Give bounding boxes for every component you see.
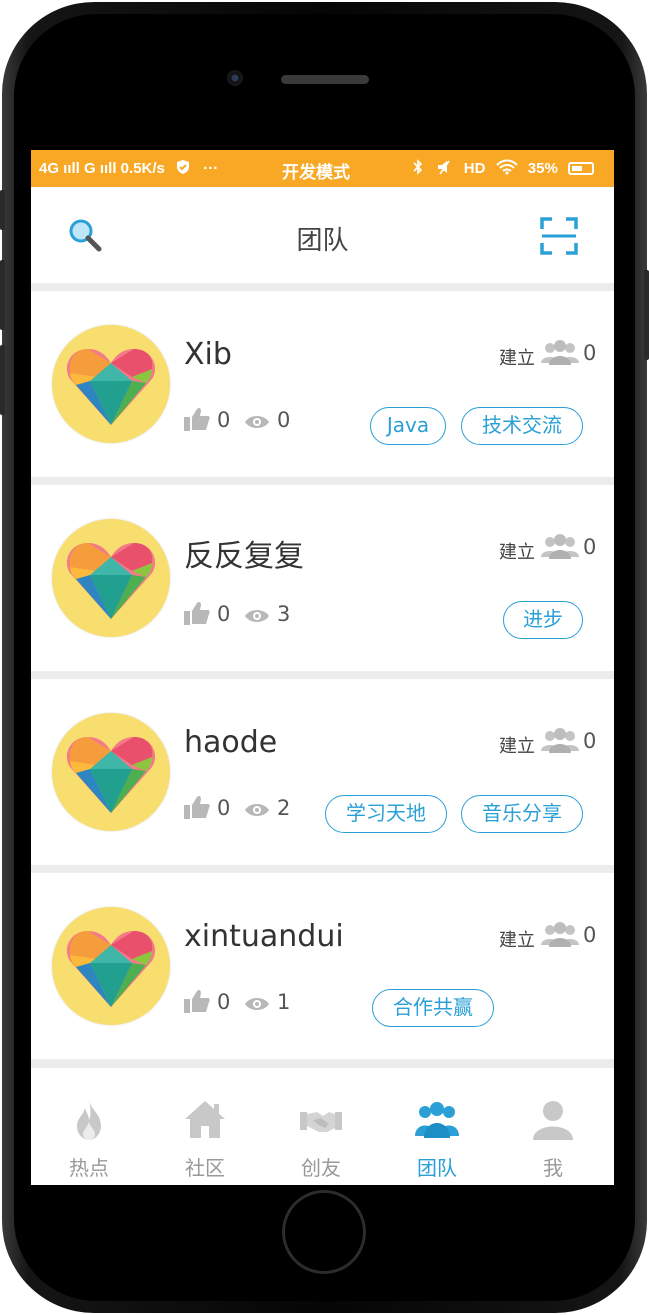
team-avatar xyxy=(52,519,170,637)
tab-label: 我 xyxy=(543,1156,563,1180)
eye-icon xyxy=(245,804,269,816)
tab-label: 团队 xyxy=(417,1156,457,1180)
bottom-tab-bar: 热点 社区 创友 团队 我 xyxy=(31,1068,614,1185)
tag-chip[interactable]: 合作共赢 xyxy=(372,989,494,1027)
eye-icon xyxy=(245,998,269,1010)
tab-community[interactable]: 社区 xyxy=(147,1068,263,1185)
heart-logo-icon xyxy=(66,737,156,813)
battery-percent: 35% xyxy=(527,160,558,177)
found-label: 建立 xyxy=(499,736,535,757)
found-label: 建立 xyxy=(499,542,535,563)
person-icon xyxy=(533,1101,573,1140)
thumbs-up-icon[interactable] xyxy=(184,407,210,431)
team-avatar xyxy=(52,713,170,831)
tab-label: 创友 xyxy=(301,1156,341,1180)
wifi-icon xyxy=(495,159,518,175)
team-name[interactable]: 反反复复 xyxy=(184,531,304,575)
home-button[interactable] xyxy=(282,1190,366,1274)
found-label: 建立 xyxy=(499,930,535,951)
tab-me[interactable]: 我 xyxy=(495,1068,611,1185)
app-header: 团队 xyxy=(31,187,614,283)
members-icon xyxy=(541,922,579,947)
tab-friends[interactable]: 创友 xyxy=(263,1068,379,1185)
likes-count: 0 xyxy=(217,408,231,432)
team-avatar xyxy=(52,907,170,1025)
found-label: 建立 xyxy=(499,348,535,369)
scan-icon[interactable] xyxy=(540,217,578,255)
more-indicator: ··· xyxy=(203,160,219,177)
tag-chip[interactable]: 音乐分享 xyxy=(461,795,583,833)
tab-label: 社区 xyxy=(185,1156,225,1180)
hd-indicator: HD xyxy=(463,160,486,177)
team-name[interactable]: Xib xyxy=(184,337,232,372)
tab-hot[interactable]: 热点 xyxy=(31,1068,147,1185)
thumbs-up-icon[interactable] xyxy=(184,989,210,1013)
team-card[interactable]: 反反复复 建立 0 0 3 进步 xyxy=(31,485,614,671)
heart-logo-icon xyxy=(66,349,156,425)
team-name[interactable]: xintuandui xyxy=(184,919,344,954)
bluetooth-icon xyxy=(413,159,423,175)
tag-chip[interactable]: 进步 xyxy=(503,601,583,639)
eye-icon xyxy=(245,610,269,622)
app-screen: 4G ııll G ııll 0.5K/s ··· 开发模式 HD 35% 团队 xyxy=(31,150,614,1185)
mute-icon xyxy=(437,160,450,175)
likes-count: 0 xyxy=(217,796,231,820)
status-left: 4G ııll G ııll 0.5K/s ··· xyxy=(39,159,224,177)
members-count: 0 xyxy=(583,729,597,753)
volume-up-button xyxy=(0,260,5,330)
flame-icon xyxy=(77,1100,101,1140)
views-count: 1 xyxy=(277,990,291,1014)
team-icon xyxy=(415,1102,459,1138)
developer-mode-label: 开发模式 xyxy=(282,163,350,182)
eye-icon xyxy=(245,416,269,428)
status-right: HD 35% xyxy=(413,159,600,177)
heart-logo-icon xyxy=(66,931,156,1007)
team-card[interactable]: Xib 建立 0 0 0 Java 技术交流 xyxy=(31,291,614,477)
likes-count: 0 xyxy=(217,602,231,626)
tag-chip[interactable]: 技术交流 xyxy=(461,407,583,445)
page-title: 团队 xyxy=(296,226,349,256)
team-avatar xyxy=(52,325,170,443)
views-count: 0 xyxy=(277,408,291,432)
members-count: 0 xyxy=(583,535,597,559)
members-count: 0 xyxy=(583,923,597,947)
members-count: 0 xyxy=(583,341,597,365)
team-card[interactable]: xintuandui 建立 0 0 1 合作共赢 xyxy=(31,873,614,1059)
volume-down-button xyxy=(0,345,5,415)
views-count: 3 xyxy=(277,602,291,626)
network-signal: 4G ııll G ııll 0.5K/s xyxy=(39,160,165,177)
shield-icon xyxy=(177,160,190,174)
earpiece-speaker xyxy=(281,75,369,84)
mute-switch xyxy=(0,190,5,230)
tab-label: 热点 xyxy=(69,1156,109,1180)
likes-count: 0 xyxy=(217,990,231,1014)
thumbs-up-icon[interactable] xyxy=(184,601,210,625)
views-count: 2 xyxy=(277,796,291,820)
status-bar: 4G ııll G ııll 0.5K/s ··· 开发模式 HD 35% xyxy=(31,150,614,187)
tag-chip[interactable]: Java xyxy=(370,407,446,445)
team-card[interactable]: haode 建立 0 0 2 学习天地 音乐分享 xyxy=(31,679,614,865)
thumbs-up-icon[interactable] xyxy=(184,795,210,819)
house-icon xyxy=(185,1101,225,1138)
heart-logo-icon xyxy=(66,543,156,619)
members-icon xyxy=(541,728,579,753)
front-camera xyxy=(227,70,243,86)
tag-chip[interactable]: 学习天地 xyxy=(325,795,447,833)
power-button xyxy=(644,270,649,360)
members-icon xyxy=(541,534,579,559)
handshake-icon xyxy=(300,1112,342,1132)
tab-team[interactable]: 团队 xyxy=(379,1068,495,1185)
battery-icon xyxy=(568,162,594,175)
members-icon xyxy=(541,340,579,365)
team-name[interactable]: haode xyxy=(184,725,277,760)
